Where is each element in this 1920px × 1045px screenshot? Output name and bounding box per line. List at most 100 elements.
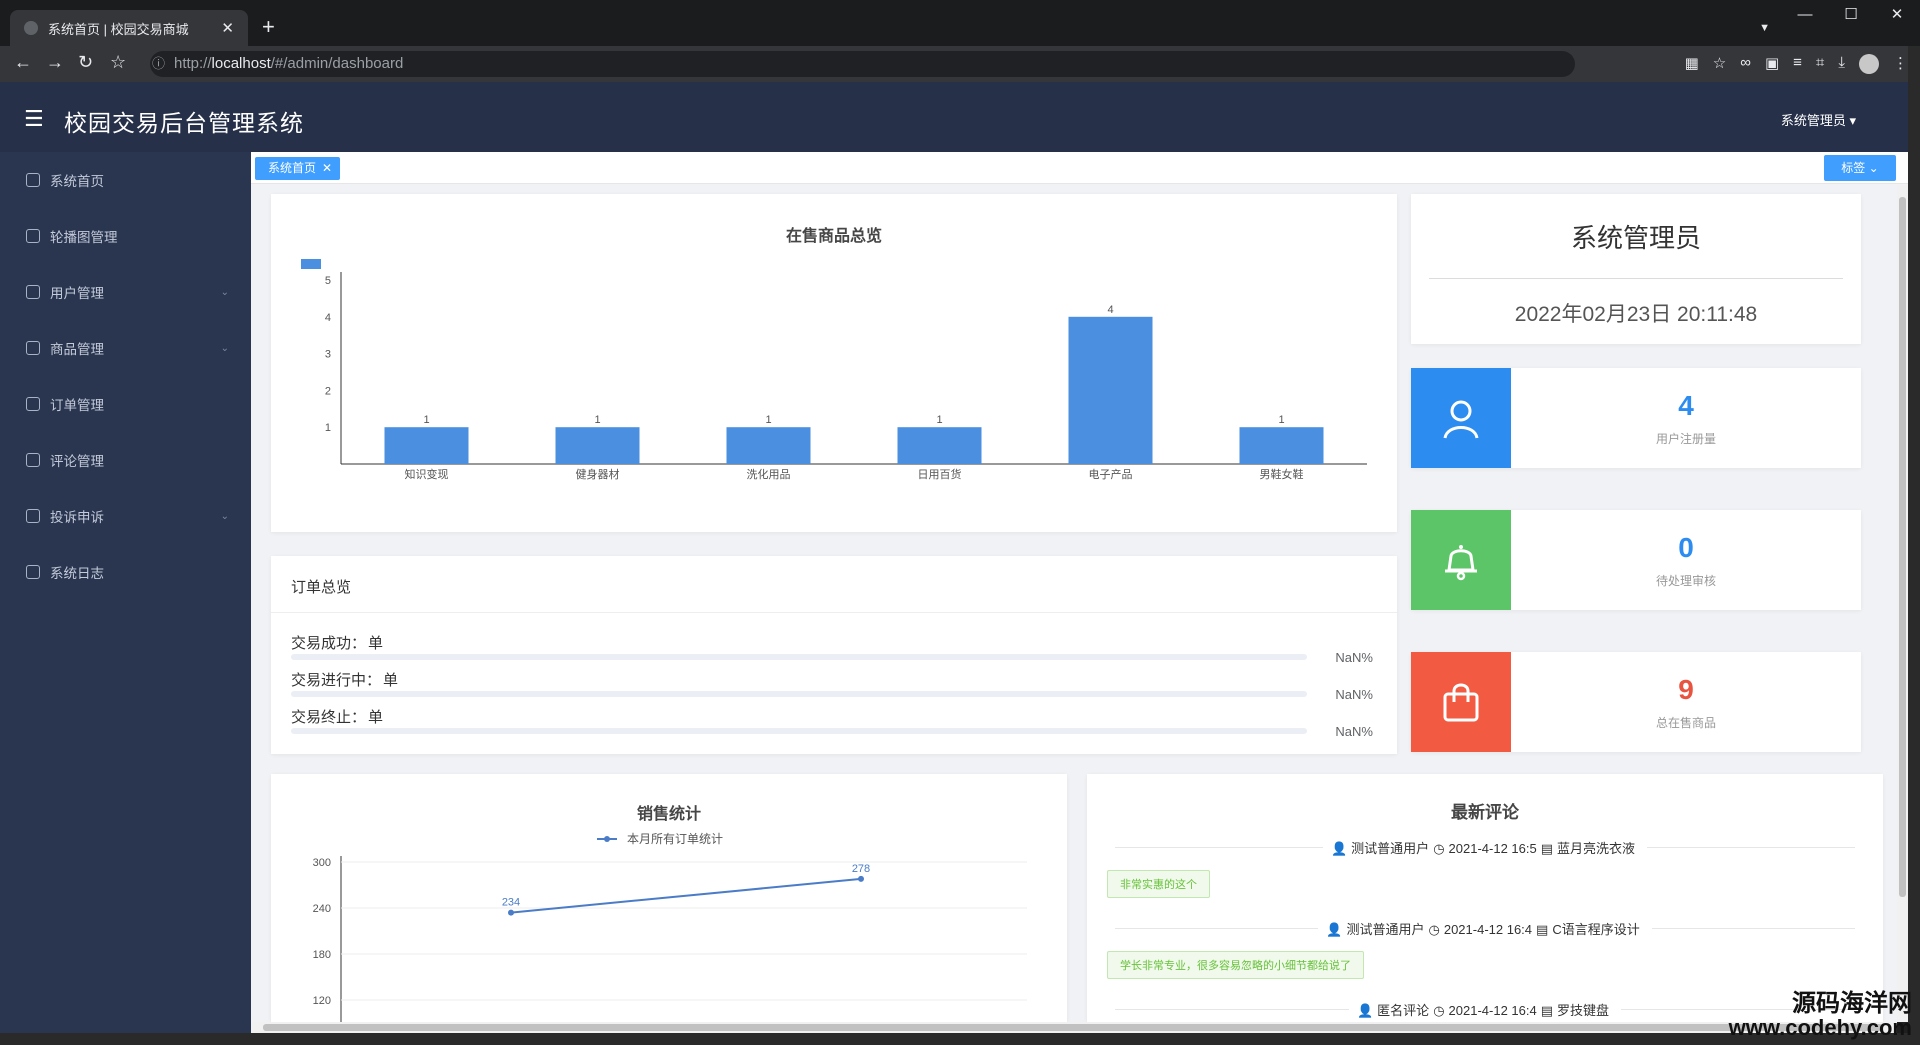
extension-icons: ▦ ☆ ∞ ▣ ≡ ⌗ ⤓ ⋮ bbox=[1685, 54, 1908, 74]
legend-swatch[interactable] bbox=[301, 259, 321, 269]
goods-icon: ▤ bbox=[1536, 922, 1549, 937]
goods-chart-panel: 在售商品总览 1 2 3 4 5 1 知识变现 1 健身器材 1 洗化用品 1 日用百货 4 电子产品 1 男鞋… bbox=[271, 194, 1397, 532]
crop-icon[interactable]: ⌗ bbox=[1816, 54, 1824, 74]
comment-text: 学长非常专业，很多容易忽略的小细节都给说了 bbox=[1107, 951, 1364, 979]
more-icon[interactable]: ⋮ bbox=[1893, 54, 1908, 74]
list-icon bbox=[26, 397, 40, 411]
sidebar-item-7[interactable]: 系统日志 bbox=[0, 544, 251, 600]
browser-tab[interactable]: 系统首页 | 校园交易商城 ✕ bbox=[10, 10, 248, 46]
window-edge bbox=[1908, 46, 1920, 1033]
new-tab-icon[interactable]: + bbox=[262, 14, 275, 40]
comment-goods[interactable]: C语言程序设计 bbox=[1552, 922, 1639, 937]
download-icon[interactable]: ⤓ bbox=[1838, 54, 1845, 74]
qr-code-icon[interactable]: ▦ bbox=[1685, 54, 1699, 74]
legend-marker bbox=[604, 836, 610, 842]
vertical-scrollbar[interactable] bbox=[1897, 185, 1908, 1021]
bookmark-star-icon[interactable]: ☆ bbox=[110, 52, 126, 73]
goods-bar-chart: 1 2 3 4 5 1 知识变现 1 健身器材 1 洗化用品 1 日用百货 4 电子产品 1 男鞋女鞋 bbox=[301, 259, 1367, 481]
horizontal-scrollbar[interactable] bbox=[251, 1022, 1897, 1033]
sidebar-item-5[interactable]: 评论管理 bbox=[0, 432, 251, 488]
tag-home[interactable]: 系统首页 ✕ bbox=[255, 157, 341, 180]
close-window-icon[interactable]: ✕ bbox=[1874, 0, 1920, 30]
tag-close-icon[interactable]: ✕ bbox=[322, 161, 332, 175]
forward-icon[interactable]: → bbox=[46, 52, 64, 73]
clock-icon: ◷ bbox=[1433, 1003, 1445, 1018]
comment-text: 非常实惠的这个 bbox=[1107, 870, 1210, 898]
bar[interactable] bbox=[1239, 427, 1324, 464]
app-header: ☰ 校园交易后台管理系统 系统管理员 ▾ bbox=[0, 82, 1908, 152]
bag-icon bbox=[26, 341, 40, 355]
close-tab-icon[interactable]: ✕ bbox=[221, 19, 234, 37]
clock-icon: ◷ bbox=[1433, 841, 1445, 856]
comment-meta-text: 👤 匿名评论 ◷ 2021-4-12 16:4 ▤ 罗技键盘 bbox=[1357, 1000, 1613, 1019]
window-bottom-edge bbox=[0, 1033, 1920, 1045]
star-icon[interactable]: ☆ bbox=[1713, 54, 1726, 74]
stat-value: 0 bbox=[1678, 532, 1694, 563]
bar[interactable] bbox=[726, 427, 811, 464]
sidebar-item-4[interactable]: 订单管理 bbox=[0, 376, 251, 432]
bell-icon bbox=[1411, 510, 1511, 610]
y-tick-label: 5 bbox=[325, 275, 331, 287]
comment-meta: 👤 测试普通用户 ◷ 2021-4-12 16:5 ▤ 蓝月亮洗衣液 bbox=[1107, 838, 1863, 857]
bar-value-label: 1 bbox=[594, 414, 600, 426]
comment-divider-left bbox=[1115, 847, 1323, 848]
watermark-line1: 源码海洋网 bbox=[1792, 989, 1912, 1017]
profile-avatar[interactable] bbox=[1859, 54, 1879, 74]
legend-label: 本月所有订单统计 bbox=[627, 832, 723, 846]
stat-card: 0 待处理审核 bbox=[1411, 510, 1861, 610]
y-tick-label: 180 bbox=[313, 949, 331, 961]
address-bar[interactable]: ⓘ http://localhost/#/admin/dashboard bbox=[150, 51, 1575, 77]
y-tick-label: 4 bbox=[325, 312, 331, 324]
back-icon[interactable]: ← bbox=[14, 52, 32, 73]
goods-icon: ▤ bbox=[1540, 841, 1554, 856]
sidebar: 系统首页轮播图管理 用户管理 ⌄ 商品管理 ⌄ 订单管理评论管理 投诉申诉 ⌄ 系统日志 bbox=[0, 152, 251, 1045]
minimize-icon[interactable]: — bbox=[1782, 0, 1828, 30]
chevron-down-icon: ⌄ bbox=[220, 286, 229, 298]
orders-divider bbox=[271, 612, 1397, 613]
horizontal-scroll-thumb[interactable] bbox=[263, 1024, 1883, 1031]
sidebar-item-1[interactable]: 轮播图管理 bbox=[0, 208, 251, 264]
sidebar-item-3[interactable]: 商品管理 ⌄ bbox=[0, 320, 251, 376]
comment-goods[interactable]: 罗技键盘 bbox=[1557, 1003, 1609, 1018]
tab-search-icon[interactable]: ▼ bbox=[1759, 22, 1770, 34]
comment-divider-right bbox=[1647, 847, 1856, 848]
comment-goods[interactable]: 蓝月亮洗衣液 bbox=[1557, 841, 1635, 856]
infinity-icon[interactable]: ∞ bbox=[1740, 54, 1751, 74]
url-path: /#/admin/dashboard bbox=[270, 55, 404, 72]
user-dropdown[interactable]: 系统管理员 ▾ bbox=[1781, 110, 1856, 129]
doc-icon bbox=[26, 565, 40, 579]
data-point[interactable] bbox=[508, 909, 514, 916]
bar-value-label: 1 bbox=[936, 414, 942, 426]
x-tick-label: 洗化用品 bbox=[747, 467, 791, 481]
maximize-icon[interactable]: ☐ bbox=[1828, 0, 1874, 30]
sidebar-item-6[interactable]: 投诉申诉 ⌄ bbox=[0, 488, 251, 544]
order-status: 交易终止： bbox=[291, 709, 367, 726]
latest-comments-panel: 最新评论 👤 测试普通用户 ◷ 2021-4-12 16:5 ▤ 蓝月亮洗衣液 非常实惠的这… bbox=[1087, 774, 1883, 1022]
sidebar-item-0[interactable]: 系统首页 bbox=[0, 152, 251, 208]
comment-divider-right bbox=[1651, 928, 1856, 929]
data-point[interactable] bbox=[858, 875, 864, 882]
info-icon[interactable]: ⓘ bbox=[152, 51, 165, 77]
stat-card: 4 用户注册量 bbox=[1411, 368, 1861, 468]
vertical-scroll-thumb[interactable] bbox=[1899, 197, 1906, 897]
tags-menu-button[interactable]: 标签 ⌄ bbox=[1824, 155, 1896, 181]
hamburger-menu-icon[interactable]: ☰ bbox=[24, 106, 44, 132]
sidebar-item-label: 系统首页 bbox=[50, 174, 104, 189]
main-content: 系统首页 ✕ 标签 ⌄ 在售商品总览 1 2 3 4 5 1 知识变现 1 健身器材 1 洗化用品 1 日… bbox=[251, 152, 1908, 1022]
watermark-line2: www.codehy.com bbox=[1728, 1014, 1912, 1040]
url-host: localhost bbox=[211, 55, 271, 72]
playlist-icon[interactable]: ≡ bbox=[1793, 54, 1802, 74]
site-watermark: 源码海洋网 www.codehy.com bbox=[1729, 991, 1912, 1039]
user-icon: 👤 bbox=[1326, 922, 1343, 937]
bar[interactable] bbox=[1068, 316, 1153, 464]
bar[interactable] bbox=[555, 427, 640, 464]
person-icon bbox=[26, 509, 40, 523]
sales-chart-panel: 销售统计 本月所有订单统计 120 180 240 300 234 278 bbox=[271, 774, 1067, 1022]
bar[interactable] bbox=[384, 427, 469, 464]
browser-tab-strip: 系统首页 | 校园交易商城 ✕ + ▼ — ☐ ✕ bbox=[0, 0, 1920, 46]
grid-icon[interactable]: ▣ bbox=[1765, 54, 1779, 74]
bar[interactable] bbox=[897, 427, 982, 464]
sidebar-item-label: 订单管理 bbox=[50, 398, 104, 413]
sidebar-item-2[interactable]: 用户管理 ⌄ bbox=[0, 264, 251, 320]
reload-icon[interactable]: ↻ bbox=[78, 52, 93, 73]
